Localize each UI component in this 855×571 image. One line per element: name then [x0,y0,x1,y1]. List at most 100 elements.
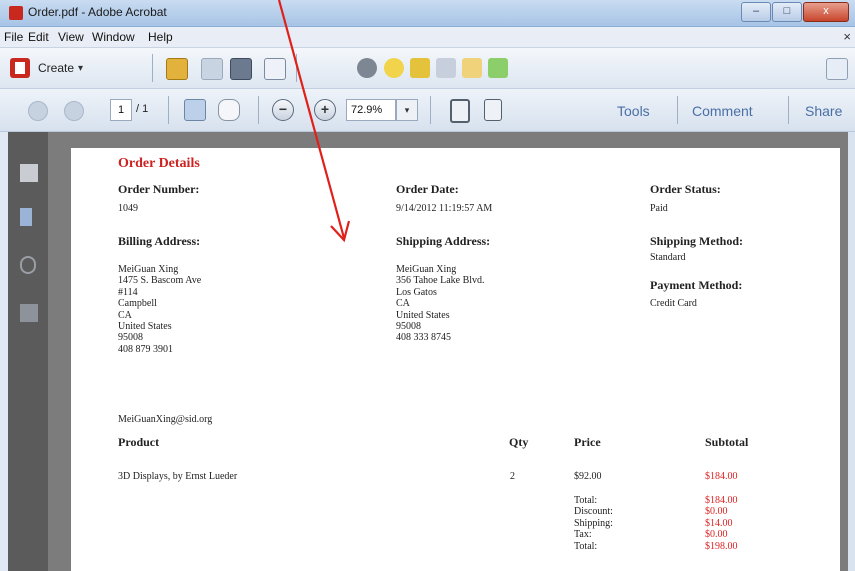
line-item-qty: 2 [510,471,515,482]
total-label: Total: [574,495,598,506]
navigation-toolbar: 1 / 1 − + 72.9% ▾ Tools Comment Share [0,89,855,132]
fit-page-icon[interactable] [450,99,470,123]
billing-line: 95008 [118,332,143,344]
bookmarks-icon[interactable] [20,208,32,226]
settings-gear-icon[interactable] [357,58,377,78]
navigation-pane [8,132,48,571]
shipping-address-label: Shipping Address: [396,234,491,248]
customer-email: MeiGuanXing@sid.org [118,414,213,425]
billing-line: 1475 S. Bascom Ave [118,275,202,287]
page-thumbnails-icon[interactable] [20,164,38,182]
billing-line: MeiGuan Xing [118,264,179,275]
toolbar-divider [258,96,259,124]
save-disk-icon[interactable] [201,58,223,80]
grand-total-label: Total: [574,540,598,552]
table-header-price: Price [574,435,601,449]
order-date-label: Order Date: [396,182,459,196]
next-page-icon[interactable] [64,101,84,121]
pdf-page: Order Details Order Number: 1049 Order D… [71,148,840,571]
menu-file[interactable]: File [4,30,23,44]
billing-line: Campbell [118,298,157,310]
window-controls: – □ x [740,2,849,22]
page-number-input[interactable]: 1 [110,99,132,121]
discount-label: Discount: [574,506,613,518]
print-icon[interactable] [230,58,252,80]
title-bar: Order.pdf - Adobe Acrobat – □ x [0,0,855,27]
shipping-line: 408 333 8745 [396,332,451,344]
signatures-icon[interactable] [20,304,38,322]
menu-window[interactable]: Window [92,30,135,44]
billing-line: #114 [118,286,138,298]
create-label: Create [38,61,75,75]
menu-view[interactable]: View [58,30,84,44]
hand-tool-icon[interactable] [218,99,240,121]
table-header-subtotal: Subtotal [705,435,749,449]
line-item-price: $92.00 [574,471,602,482]
export-document-icon[interactable] [488,58,508,78]
grand-total-value: $198.00 [705,540,738,552]
payment-method-value: Credit Card [650,298,697,309]
tax-label: Tax: [574,529,592,541]
totals-values: $184.00 $0.00 $14.00 $0.00 $198.00 [705,495,738,552]
comment-bubble-icon[interactable] [384,58,404,78]
acrobat-app-icon [9,6,23,20]
line-item-product: 3D Displays, by Ernst Lueder [118,471,238,482]
order-number-label: Order Number: [118,182,200,196]
order-date-value: 9/14/2012 11:19:57 AM [396,203,493,214]
billing-line: United States [118,321,172,333]
menu-edit[interactable]: Edit [28,30,49,44]
vertical-scrollbar[interactable] [848,132,855,571]
window-title: Order.pdf - Adobe Acrobat [28,5,167,19]
document-close-icon[interactable]: × [843,29,851,44]
stamp-document-icon[interactable] [462,58,482,78]
total-value: $184.00 [705,495,738,506]
maximize-button[interactable]: □ [772,2,802,22]
totals-labels: Total: Discount: Shipping: Tax: Total: [574,495,613,552]
shipping-label: Shipping: [574,517,613,529]
toolbar-divider [152,54,153,82]
billing-address-block: MeiGuan Xing 1475 S. Bascom Ave #114 Cam… [118,264,201,355]
minimize-button[interactable]: – [741,2,771,22]
shipping-line: 95008 [396,321,421,333]
shipping-method-value: Standard [650,252,686,263]
billing-line: CA [118,309,132,321]
tab-share[interactable]: Share [805,103,842,119]
zoom-dropdown-icon[interactable]: ▾ [396,99,418,121]
open-folder-icon[interactable] [166,58,188,80]
shipping-method-label: Shipping Method: [650,234,744,248]
zoom-out-button[interactable]: − [272,99,294,121]
tab-tools[interactable]: Tools [617,103,650,119]
fit-width-icon[interactable] [484,99,502,121]
main-toolbar: Create ▾ [0,48,855,89]
shipping-line: MeiGuan Xing [396,264,457,275]
shipping-address-block: MeiGuan Xing 356 Tahoe Lake Blvd. Los Ga… [396,264,485,344]
email-envelope-icon[interactable] [264,58,286,80]
select-cursor-icon[interactable] [184,99,206,121]
order-status-value: Paid [650,203,668,214]
table-header-product: Product [118,435,160,449]
order-number-value: 1049 [118,203,138,214]
highlight-icon[interactable] [410,58,430,78]
toolbar-divider [430,96,431,124]
menu-help[interactable]: Help [148,30,173,44]
page-total: / 1 [136,103,149,115]
expand-view-icon[interactable] [826,58,848,80]
shipping-line: 356 Tahoe Lake Blvd. [396,275,485,287]
shipping-line: Los Gatos [396,286,437,298]
zoom-level-input[interactable]: 72.9% [346,99,396,121]
tab-comment[interactable]: Comment [692,103,753,119]
create-button[interactable]: Create ▾ [10,56,83,80]
discount-value: $0.00 [705,506,728,518]
toolbar-divider [168,96,169,124]
document-icon[interactable] [436,58,456,78]
attachments-paperclip-icon[interactable] [20,256,36,274]
shipping-value: $14.00 [705,517,733,529]
previous-page-icon[interactable] [28,101,48,121]
toolbar-divider [677,96,678,124]
zoom-in-button[interactable]: + [314,99,336,121]
payment-method-label: Payment Method: [650,278,743,292]
toolbar-divider [788,96,789,124]
create-caret-icon: ▾ [78,62,84,74]
close-button[interactable]: x [803,2,849,22]
acrobat-window: Order.pdf - Adobe Acrobat – □ x File Edi… [0,0,855,571]
